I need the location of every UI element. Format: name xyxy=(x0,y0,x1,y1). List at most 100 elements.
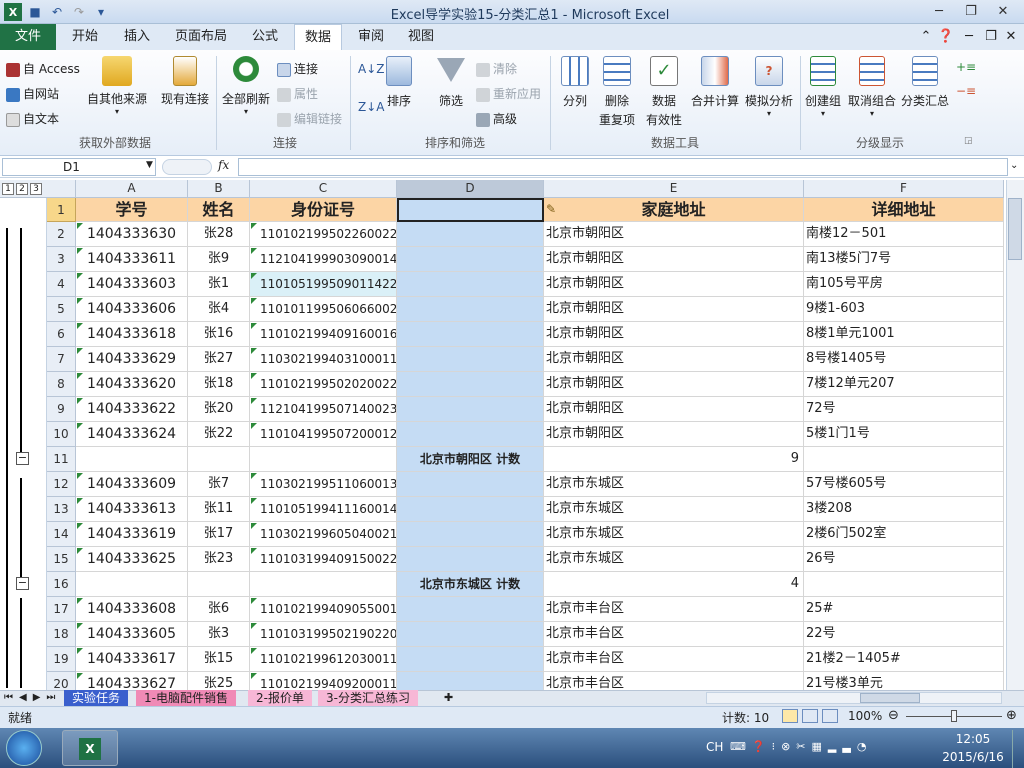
row-header[interactable]: 10 xyxy=(47,422,76,447)
cell-d[interactable]: 北京市朝阳区 计数 xyxy=(397,447,544,472)
cell-d[interactable] xyxy=(397,347,544,372)
header-cell-idcard[interactable]: 身份证号 xyxy=(250,198,397,222)
cell-name[interactable] xyxy=(188,572,250,597)
cell-home-address[interactable]: 北京市东城区 xyxy=(544,522,804,547)
cell-name[interactable]: 张6 xyxy=(188,597,250,622)
cell-home-address[interactable]: 北京市朝阳区 xyxy=(544,347,804,372)
cell-d[interactable]: 北京市东城区 计数 xyxy=(397,572,544,597)
clock-date[interactable]: 2015/6/16 xyxy=(938,750,1008,764)
cell-detail-address[interactable]: 26号 xyxy=(804,547,1004,572)
column-header-e[interactable]: E xyxy=(544,180,804,198)
cell-name[interactable]: 张1 xyxy=(188,272,250,297)
from-access-button[interactable]: 自 Access xyxy=(6,60,80,77)
header-cell-detail[interactable]: 详细地址 xyxy=(804,198,1004,222)
cell-student-id[interactable]: 1404333609 xyxy=(76,472,188,497)
advanced-filter-button[interactable]: 高级 xyxy=(476,110,517,127)
cell-student-id[interactable]: 1404333613 xyxy=(76,497,188,522)
excel-icon[interactable]: X xyxy=(4,3,22,21)
cell-home-address[interactable]: 北京市朝阳区 xyxy=(544,372,804,397)
tray-icons[interactable]: ⌨❓⁝⊗✂▦▂▃◔ xyxy=(730,740,872,753)
column-header-f[interactable]: F xyxy=(804,180,1004,198)
cell-d[interactable] xyxy=(397,422,544,447)
autofill-options-icon[interactable]: ✎ xyxy=(546,202,556,216)
cell-d[interactable] xyxy=(397,222,544,247)
properties-button[interactable]: 属性 xyxy=(277,85,318,102)
cell-name[interactable]: 张4 xyxy=(188,297,250,322)
cell-home-address[interactable]: 北京市丰台区 xyxy=(544,647,804,672)
wb-minimize-icon[interactable]: ─ xyxy=(960,24,978,50)
what-if-analysis-button[interactable]: ? 模拟分析 ▾ xyxy=(742,56,796,118)
cell-detail-address[interactable] xyxy=(804,447,1004,472)
cell-d[interactable] xyxy=(397,547,544,572)
close-button[interactable]: ✕ xyxy=(988,1,1018,21)
cell-home-address[interactable]: 北京市东城区 xyxy=(544,497,804,522)
cell-d[interactable] xyxy=(397,272,544,297)
row-header[interactable]: 13 xyxy=(47,497,76,522)
row-header[interactable]: 19 xyxy=(47,647,76,672)
cell-home-address[interactable]: 北京市朝阳区 xyxy=(544,397,804,422)
cell-d[interactable] xyxy=(397,397,544,422)
expand-formula-icon[interactable]: ⌄ xyxy=(1010,160,1018,171)
tab-home[interactable]: 开始 xyxy=(62,24,108,50)
cell-student-id[interactable]: 1404333622 xyxy=(76,397,188,422)
cell-home-address[interactable]: 北京市朝阳区 xyxy=(544,272,804,297)
cell-name[interactable]: 张27 xyxy=(188,347,250,372)
cell-detail-address[interactable]: 南楼12－501 xyxy=(804,222,1004,247)
cell-d[interactable] xyxy=(397,597,544,622)
ribbon-minimize-icon[interactable]: ⌃ xyxy=(916,24,936,50)
hide-detail-icon[interactable]: −≡ xyxy=(956,84,976,98)
cell-student-id[interactable]: 1404333611 xyxy=(76,247,188,272)
wb-restore-icon[interactable]: ❐ xyxy=(982,24,1000,50)
wb-close-icon[interactable]: ✕ xyxy=(1002,24,1020,50)
cell-detail-address[interactable]: 3楼208 xyxy=(804,497,1004,522)
reapply-button[interactable]: 重新应用 xyxy=(476,85,541,102)
cell-id-card[interactable]: 110302199511060013 xyxy=(250,472,397,497)
collapse-group-button[interactable]: − xyxy=(16,452,29,465)
refresh-all-button[interactable]: 全部刷新 ▾ xyxy=(220,56,272,116)
cell-student-id[interactable]: 1404333605 xyxy=(76,622,188,647)
cell-student-id[interactable]: 1404333618 xyxy=(76,322,188,347)
cell-student-id[interactable]: 1404333625 xyxy=(76,547,188,572)
dialog-launcher-icon[interactable]: ◲ xyxy=(964,136,973,146)
cell-detail-address[interactable]: 9楼1-603 xyxy=(804,297,1004,322)
minimize-button[interactable]: ─ xyxy=(924,1,954,21)
zoom-level[interactable]: 100% xyxy=(848,709,882,723)
row-header[interactable]: 3 xyxy=(47,247,76,272)
column-header-d[interactable]: D xyxy=(397,180,544,198)
ungroup-button[interactable]: 取消组合 ▾ xyxy=(846,56,898,118)
cell-count-value[interactable]: 9 xyxy=(544,447,804,472)
row-header[interactable]: 15 xyxy=(47,547,76,572)
cell-id-card[interactable]: 110302199403100011 xyxy=(250,347,397,372)
scrollbar-thumb[interactable] xyxy=(860,693,920,703)
cell-detail-address[interactable]: 57号楼605号 xyxy=(804,472,1004,497)
cell-student-id[interactable]: 1404333624 xyxy=(76,422,188,447)
zoom-slider-thumb[interactable] xyxy=(951,710,957,722)
cell-id-card[interactable]: 110103199409150022 xyxy=(250,547,397,572)
row-header[interactable]: 11 xyxy=(47,447,76,472)
cell-home-address[interactable]: 北京市丰台区 xyxy=(544,597,804,622)
subtotal-button[interactable]: 分类汇总 xyxy=(900,56,950,109)
cell-name[interactable]: 张18 xyxy=(188,372,250,397)
connections-button[interactable]: 连接 xyxy=(277,60,318,77)
from-text-button[interactable]: 自文本 xyxy=(6,110,59,127)
cell-d[interactable] xyxy=(397,472,544,497)
edit-links-button[interactable]: 编辑链接 xyxy=(277,110,342,127)
cell-id-card[interactable]: 110101199506066002 xyxy=(250,297,397,322)
data-validation-button[interactable]: ✓ 数据 有效性 xyxy=(642,56,686,128)
from-web-button[interactable]: 自网站 xyxy=(6,85,59,102)
row-header[interactable]: 9 xyxy=(47,397,76,422)
cell-d[interactable] xyxy=(397,322,544,347)
header-cell-d-selected[interactable] xyxy=(397,198,544,222)
cell-id-card[interactable]: 112104199507140023 xyxy=(250,397,397,422)
row-header[interactable]: 7 xyxy=(47,347,76,372)
cell-detail-address[interactable]: 南13楼5门7号 xyxy=(804,247,1004,272)
filter-button[interactable]: 筛选 xyxy=(434,56,468,109)
cell-student-id[interactable]: 1404333630 xyxy=(76,222,188,247)
cell-name[interactable]: 张17 xyxy=(188,522,250,547)
cell-d[interactable] xyxy=(397,297,544,322)
cell-detail-address[interactable]: 72号 xyxy=(804,397,1004,422)
cell-name[interactable]: 张15 xyxy=(188,647,250,672)
cell-d[interactable] xyxy=(397,522,544,547)
cell-name[interactable]: 张23 xyxy=(188,547,250,572)
cell-student-id[interactable]: 1404333603 xyxy=(76,272,188,297)
